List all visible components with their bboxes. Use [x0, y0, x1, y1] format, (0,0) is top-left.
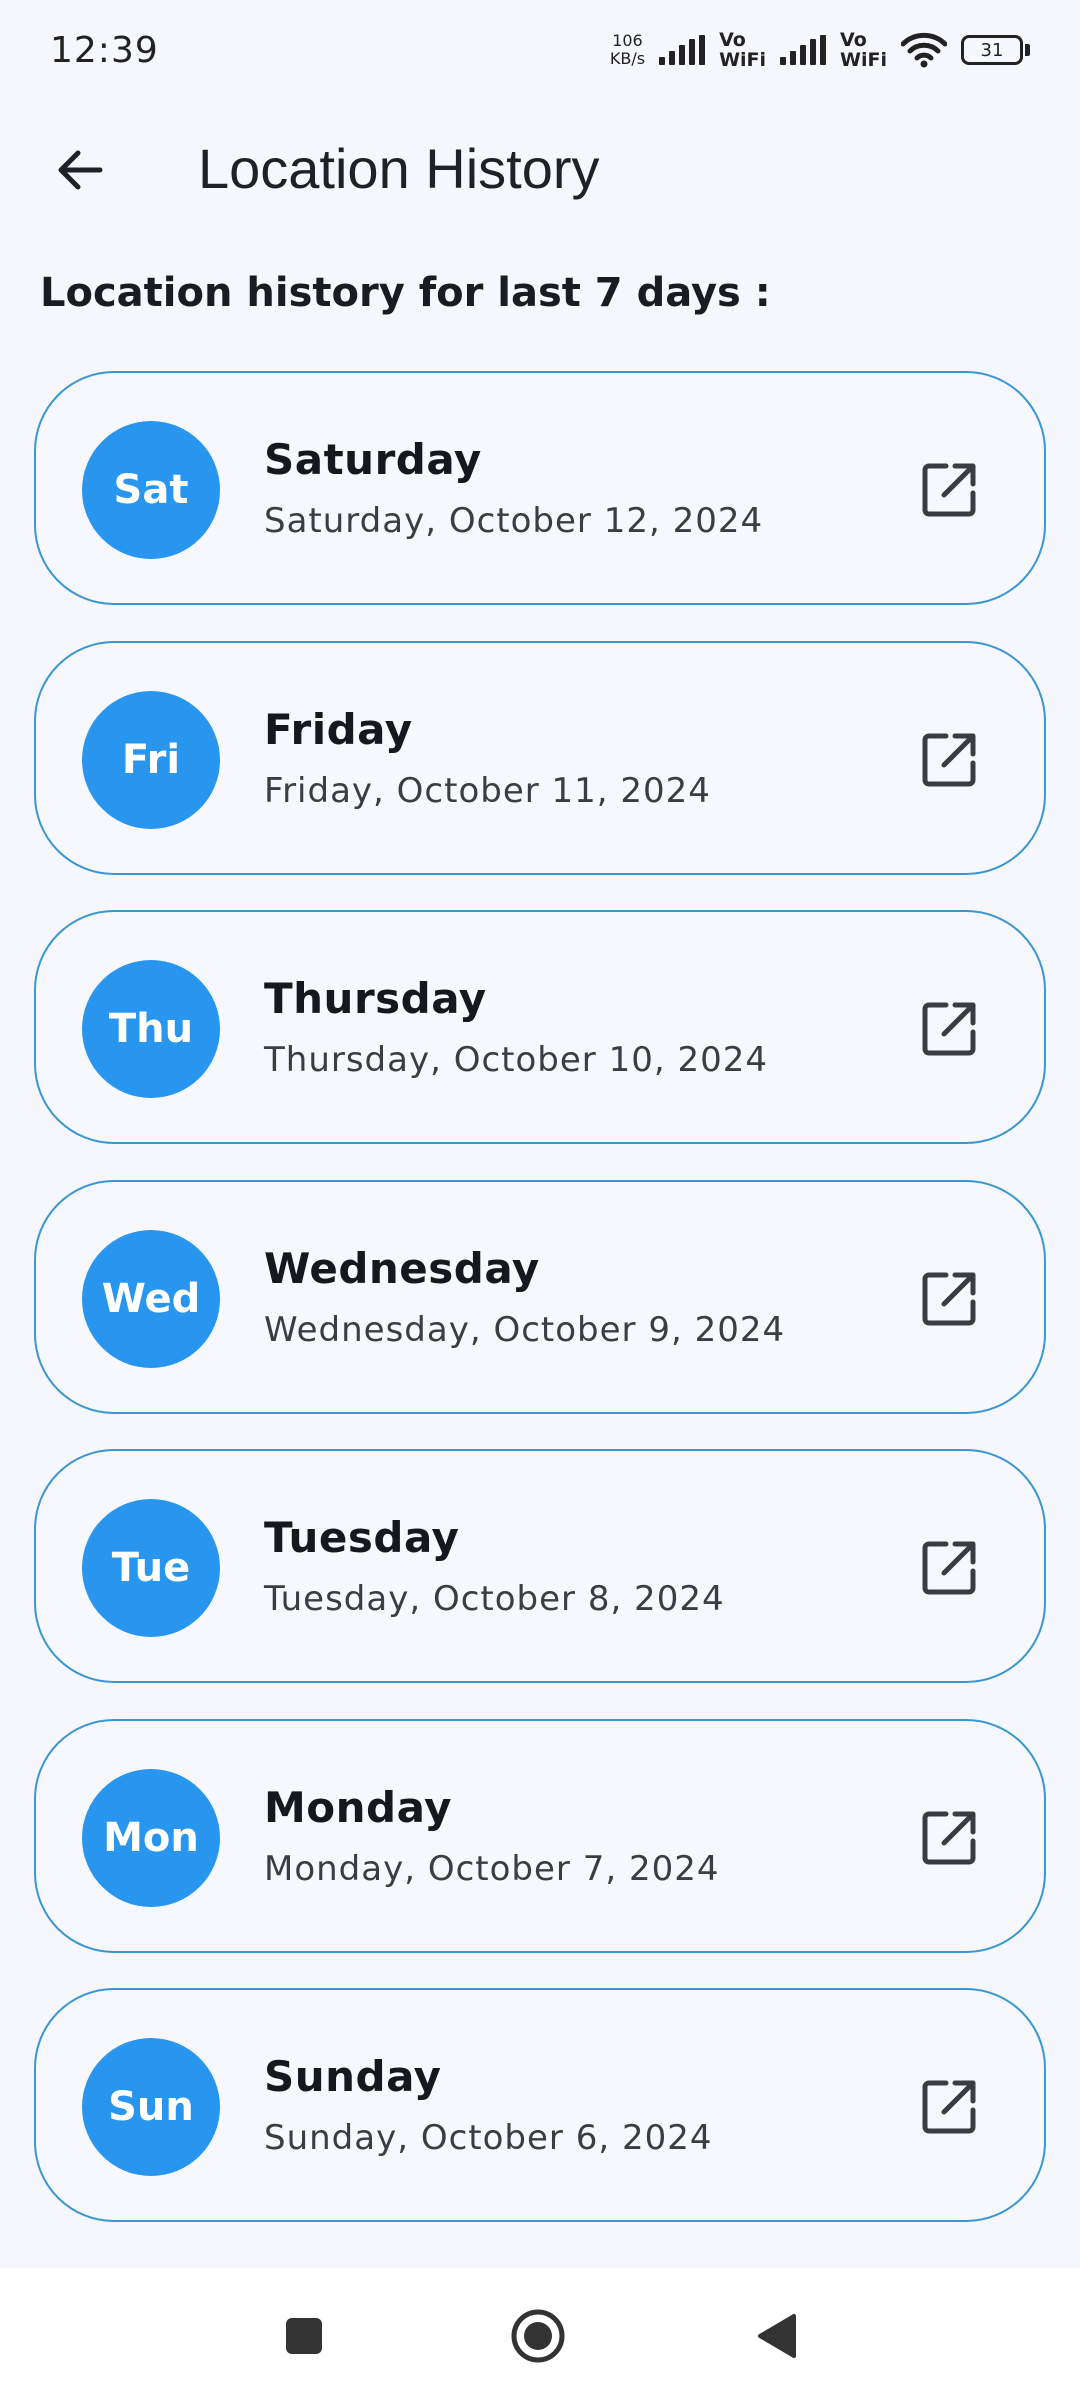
signal-icon-2 [780, 35, 827, 65]
day-card[interactable]: Thu Thursday Thursday, October 10, 2024 [34, 910, 1046, 1144]
open-in-new-icon[interactable] [916, 2074, 982, 2140]
network-speed: 106 KB/s [610, 32, 645, 68]
day-date: Wednesday, October 9, 2024 [264, 1309, 786, 1350]
vowifi-badge-2: Vo WiFi [840, 30, 887, 70]
wifi-label: WiFi [840, 49, 887, 71]
network-speed-unit: KB/s [609, 49, 646, 68]
day-card[interactable]: Fri Friday Friday, October 11, 2024 [34, 640, 1046, 875]
day-avatar: Wed [82, 1229, 220, 1368]
open-in-new-icon[interactable] [916, 1266, 982, 1332]
day-date: Saturday, October 12, 2024 [264, 501, 764, 541]
back-button[interactable] [40, 130, 120, 210]
day-name: Friday [264, 704, 413, 754]
day-name: Thursday [264, 974, 487, 1023]
day-avatar: Thu [82, 960, 220, 1098]
signal-icon [659, 35, 706, 65]
vo-label: Vo [719, 29, 746, 51]
square-icon [286, 2318, 322, 2354]
day-list: Sat Saturday Saturday, October 12, 2024 … [34, 371, 1046, 2258]
day-avatar: Tue [82, 1499, 220, 1637]
vowifi-badge: Vo WiFi [719, 30, 766, 70]
day-avatar: Sun [82, 2038, 220, 2176]
day-date: Thursday, October 10, 2024 [264, 1040, 768, 1080]
day-date: Tuesday, October 8, 2024 [264, 1579, 725, 1619]
day-avatar: Fri [82, 690, 220, 829]
open-in-new-icon[interactable] [916, 1535, 982, 1601]
status-time: 12:39 [50, 29, 159, 71]
section-heading: Location history for last 7 days : [40, 270, 771, 316]
day-date: Sunday, October 6, 2024 [264, 2118, 713, 2158]
network-speed-value: 106 [612, 31, 643, 50]
arrow-left-icon [58, 150, 103, 190]
open-in-new-icon[interactable] [916, 1805, 982, 1871]
day-card[interactable]: Sun Sunday Sunday, October 6, 2024 [34, 1988, 1046, 2222]
day-name: Sunday [264, 2052, 442, 2101]
system-back-button[interactable] [748, 2308, 804, 2364]
wifi-label: WiFi [719, 49, 767, 71]
day-card[interactable]: Tue Tuesday Tuesday, October 8, 2024 [34, 1449, 1046, 1683]
page-title: Location History [198, 137, 600, 200]
day-date: Friday, October 11, 2024 [264, 770, 711, 811]
status-bar: 12:39 106 KB/s Vo WiFi Vo WiFi 31 [0, 0, 1080, 100]
day-card[interactable]: Mon Monday Monday, October 7, 2024 [34, 1718, 1046, 1953]
day-name: Tuesday [264, 1513, 460, 1562]
day-date: Monday, October 7, 2024 [264, 1848, 720, 1889]
vo-label: Vo [840, 29, 867, 51]
open-in-new-icon[interactable] [916, 996, 982, 1062]
open-in-new-icon[interactable] [916, 727, 982, 793]
triangle-back-icon [758, 2314, 796, 2358]
day-name: Monday [264, 1782, 453, 1832]
day-name: Saturday [264, 435, 482, 484]
status-icons: 106 KB/s Vo WiFi Vo WiFi 31 [610, 30, 1030, 70]
home-button[interactable] [510, 2308, 566, 2364]
day-name: Wednesday [264, 1243, 540, 1293]
day-card[interactable]: Sat Saturday Saturday, October 12, 2024 [34, 371, 1046, 605]
battery-icon: 31 [961, 35, 1030, 65]
day-avatar: Sat [82, 421, 220, 559]
recent-apps-button[interactable] [276, 2308, 332, 2364]
day-avatar: Mon [82, 1768, 220, 1907]
battery-level: 31 [980, 39, 1004, 61]
system-nav-bar [0, 2268, 1080, 2400]
open-in-new-icon[interactable] [916, 457, 982, 523]
app-bar: Location History [0, 110, 1080, 230]
day-card[interactable]: Wed Wednesday Wednesday, October 9, 2024 [34, 1179, 1046, 1414]
circle-home-icon [511, 2309, 565, 2363]
wifi-icon [901, 32, 947, 68]
